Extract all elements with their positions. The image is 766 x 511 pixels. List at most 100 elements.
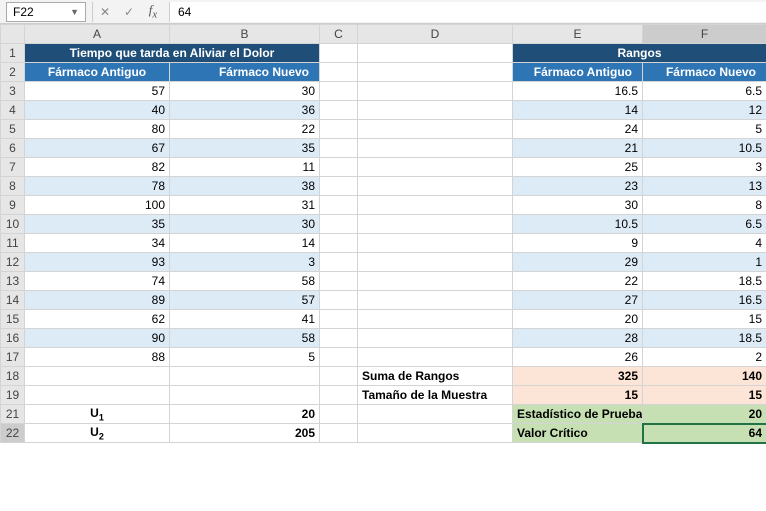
col-header[interactable]: B (170, 25, 320, 44)
cell[interactable] (358, 158, 513, 177)
data-cell[interactable]: 67 (25, 139, 170, 158)
chevron-down-icon[interactable]: ▼ (70, 7, 79, 17)
cell[interactable] (320, 386, 358, 405)
col-header[interactable]: C (320, 25, 358, 44)
cell[interactable] (358, 177, 513, 196)
data-cell[interactable]: 31 (170, 196, 320, 215)
cell[interactable] (320, 63, 358, 82)
cell[interactable] (320, 329, 358, 348)
row-header[interactable]: 11 (1, 234, 25, 253)
cell[interactable] (358, 310, 513, 329)
cell[interactable] (358, 139, 513, 158)
data-cell[interactable]: 30 (513, 196, 643, 215)
row-header[interactable]: 3 (1, 82, 25, 101)
suma-label[interactable]: Suma de Rangos (358, 367, 513, 386)
data-cell[interactable]: 2 (643, 348, 766, 367)
data-cell[interactable]: 26 (513, 348, 643, 367)
row-header[interactable]: 21 (1, 405, 25, 424)
tam-f[interactable]: 15 (643, 386, 766, 405)
title-right[interactable]: Rangos (513, 44, 766, 63)
data-cell[interactable]: 78 (25, 177, 170, 196)
data-cell[interactable]: 22 (513, 272, 643, 291)
select-all-corner[interactable] (1, 25, 25, 44)
data-cell[interactable]: 35 (170, 139, 320, 158)
data-cell[interactable]: 35 (25, 215, 170, 234)
data-cell[interactable]: 23 (513, 177, 643, 196)
cell[interactable] (358, 101, 513, 120)
data-cell[interactable]: 3 (643, 158, 766, 177)
cell[interactable] (358, 424, 513, 443)
row-header[interactable]: 10 (1, 215, 25, 234)
cell[interactable] (320, 234, 358, 253)
cell[interactable] (358, 348, 513, 367)
data-cell[interactable]: 41 (170, 310, 320, 329)
row-header[interactable]: 12 (1, 253, 25, 272)
data-cell[interactable]: 30 (170, 82, 320, 101)
row-header[interactable]: 7 (1, 158, 25, 177)
data-cell[interactable]: 80 (25, 120, 170, 139)
data-cell[interactable]: 20 (513, 310, 643, 329)
data-cell[interactable]: 14 (513, 101, 643, 120)
data-cell[interactable]: 16.5 (643, 291, 766, 310)
data-cell[interactable]: 30 (170, 215, 320, 234)
data-cell[interactable]: 29 (513, 253, 643, 272)
data-cell[interactable]: 1 (643, 253, 766, 272)
data-cell[interactable]: 6.5 (643, 82, 766, 101)
data-cell[interactable]: 9 (513, 234, 643, 253)
data-cell[interactable]: 34 (25, 234, 170, 253)
fx-icon[interactable]: fx (141, 1, 165, 23)
data-cell[interactable]: 10.5 (643, 139, 766, 158)
cell[interactable] (320, 405, 358, 424)
data-cell[interactable]: 58 (170, 272, 320, 291)
cell[interactable] (320, 120, 358, 139)
data-cell[interactable]: 36 (170, 101, 320, 120)
cell[interactable] (320, 291, 358, 310)
data-cell[interactable]: 38 (170, 177, 320, 196)
name-box[interactable]: F22 ▼ (6, 2, 86, 22)
row-header[interactable]: 15 (1, 310, 25, 329)
row-header[interactable]: 13 (1, 272, 25, 291)
data-cell[interactable]: 18.5 (643, 329, 766, 348)
data-cell[interactable]: 13 (643, 177, 766, 196)
hdr-antiguo[interactable]: Fármaco Antiguo (25, 63, 170, 82)
data-cell[interactable]: 57 (25, 82, 170, 101)
data-cell[interactable]: 14 (170, 234, 320, 253)
u2-label[interactable]: U2 (25, 424, 170, 443)
cell[interactable] (358, 63, 513, 82)
cell[interactable] (358, 196, 513, 215)
stat-val[interactable]: 20 (643, 405, 766, 424)
data-cell[interactable]: 21 (513, 139, 643, 158)
data-cell[interactable]: 22 (170, 120, 320, 139)
formula-input[interactable]: 64 (169, 2, 766, 22)
data-cell[interactable]: 25 (513, 158, 643, 177)
row-header[interactable]: 17 (1, 348, 25, 367)
cell[interactable] (320, 82, 358, 101)
stat-label[interactable]: Estadístico de Prueba (513, 405, 643, 424)
cell[interactable] (25, 386, 170, 405)
cell[interactable] (358, 272, 513, 291)
row-header[interactable]: 1 (1, 44, 25, 63)
cell[interactable] (320, 424, 358, 443)
row-header[interactable]: 4 (1, 101, 25, 120)
data-cell[interactable]: 93 (25, 253, 170, 272)
cell[interactable] (170, 386, 320, 405)
cell[interactable] (320, 101, 358, 120)
data-cell[interactable]: 89 (25, 291, 170, 310)
data-cell[interactable]: 3 (170, 253, 320, 272)
data-cell[interactable]: 40 (25, 101, 170, 120)
title-left[interactable]: Tiempo que tarda en Aliviar el Dolor (25, 44, 320, 63)
col-header[interactable]: A (25, 25, 170, 44)
cell[interactable] (320, 139, 358, 158)
crit-val[interactable]: 64 (643, 424, 766, 443)
data-cell[interactable]: 100 (25, 196, 170, 215)
data-cell[interactable]: 4 (643, 234, 766, 253)
cancel-icon[interactable]: ✕ (93, 1, 117, 23)
u1-label[interactable]: U1 (25, 405, 170, 424)
col-header[interactable]: F (643, 25, 766, 44)
data-cell[interactable]: 8 (643, 196, 766, 215)
row-header[interactable]: 22 (1, 424, 25, 443)
tam-label[interactable]: Tamaño de la Muestra (358, 386, 513, 405)
col-header[interactable]: D (358, 25, 513, 44)
data-cell[interactable]: 62 (25, 310, 170, 329)
row-header[interactable]: 6 (1, 139, 25, 158)
